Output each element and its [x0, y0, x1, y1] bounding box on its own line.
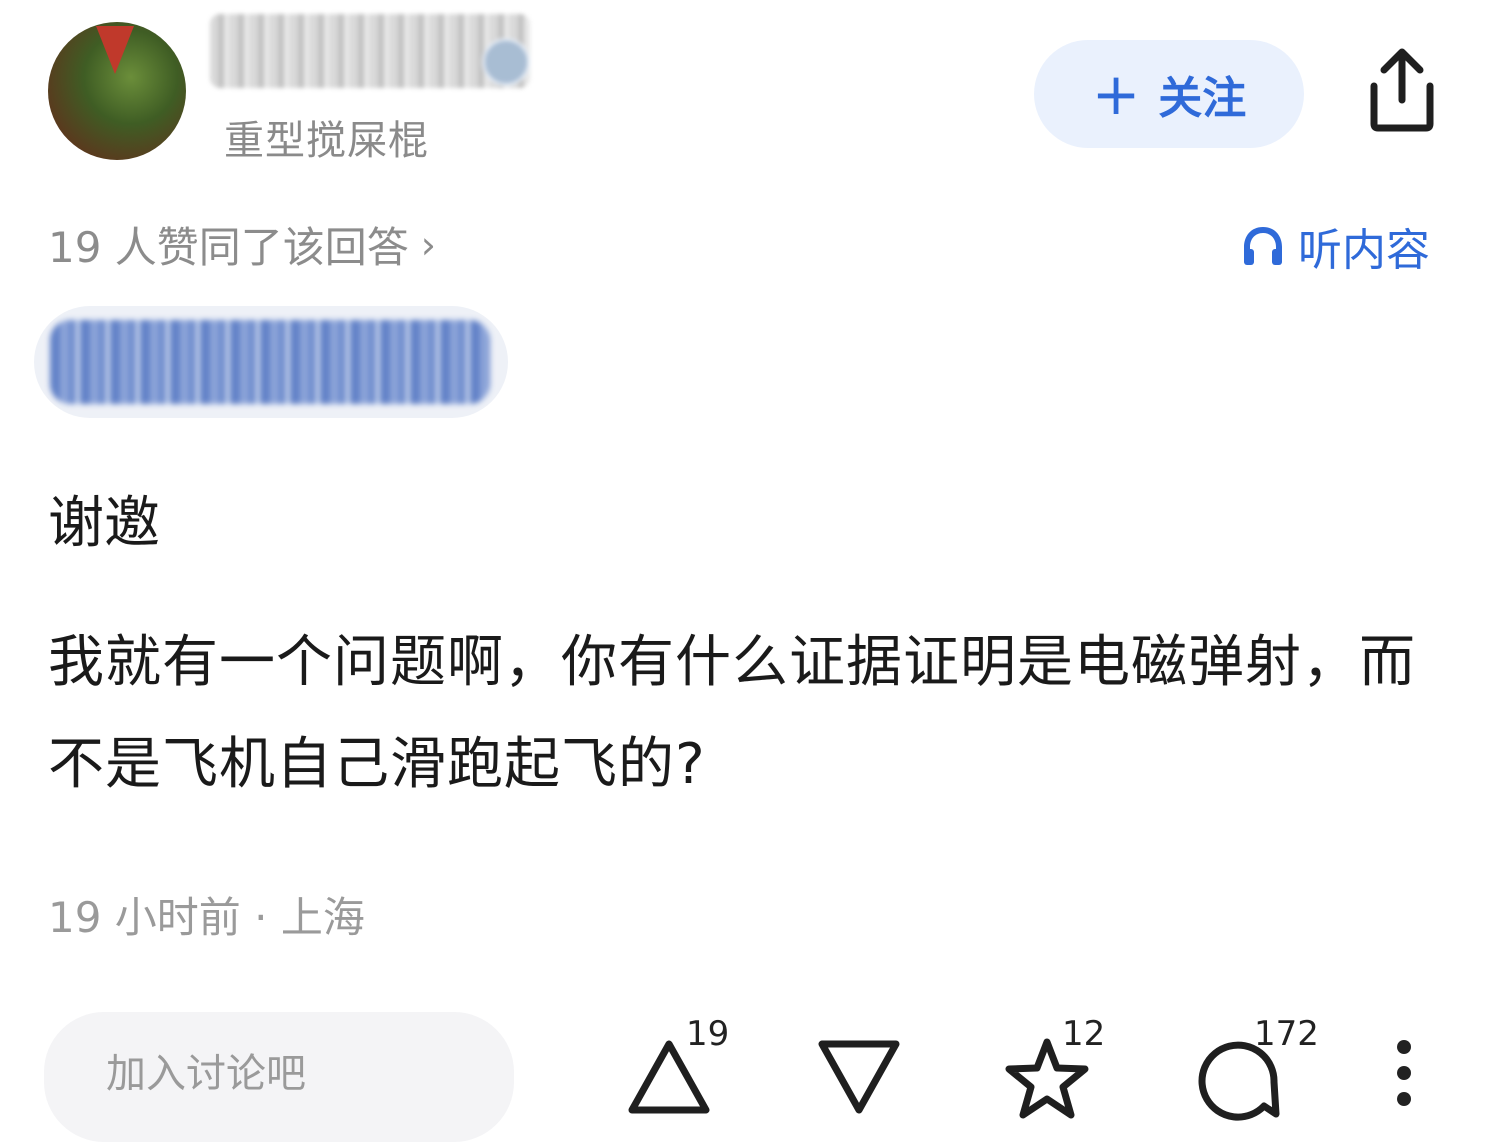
vote-summary-text: 19 人赞同了该回答: [48, 223, 409, 272]
share-icon[interactable]: [1360, 46, 1444, 134]
favorite-count: 12: [1062, 1014, 1106, 1054]
follow-label: 关注: [1158, 73, 1247, 124]
more-dot: [1397, 1066, 1411, 1080]
username[interactable]: 重型搅屎棍: [224, 108, 429, 166]
plus-icon: +: [1091, 60, 1141, 128]
upvote-count: 19: [686, 1014, 730, 1054]
upvote-button[interactable]: 19: [626, 1010, 736, 1122]
redacted-topic-tag: [34, 306, 508, 418]
listen-button[interactable]: 听内容: [1238, 214, 1430, 278]
avatar[interactable]: [48, 22, 186, 160]
comment-button[interactable]: 172: [1194, 1010, 1324, 1122]
listen-label: 听内容: [1298, 225, 1430, 276]
headphones-icon: [1244, 227, 1282, 265]
badge-icon: [482, 38, 530, 86]
answer-paragraph: 我就有一个问题啊，你有什么证据证明是电磁弹射，而不是飞机自己滑跑起飞的?: [48, 630, 1416, 797]
answer-paragraph: 谢邀: [48, 491, 160, 556]
redacted-display-name: [210, 14, 530, 88]
answer-meta: 19 小时前 · 上海: [48, 893, 365, 942]
chevron-right-icon: ›: [420, 222, 436, 267]
more-dot: [1397, 1092, 1411, 1106]
comment-input[interactable]: 加入讨论吧: [44, 1012, 514, 1142]
vote-summary-link[interactable]: 19 人赞同了该回答 ›: [48, 214, 436, 275]
comment-count: 172: [1254, 1014, 1319, 1054]
redaction-scribble: [50, 320, 490, 404]
more-dot: [1397, 1040, 1411, 1054]
favorite-button[interactable]: 12: [1002, 1010, 1112, 1122]
downvote-icon: [818, 1040, 900, 1114]
follow-button[interactable]: + 关注: [1034, 40, 1304, 148]
downvote-button[interactable]: [816, 1010, 906, 1122]
avatar-flag-decoration: [96, 26, 134, 74]
more-icon[interactable]: [1394, 1040, 1414, 1110]
